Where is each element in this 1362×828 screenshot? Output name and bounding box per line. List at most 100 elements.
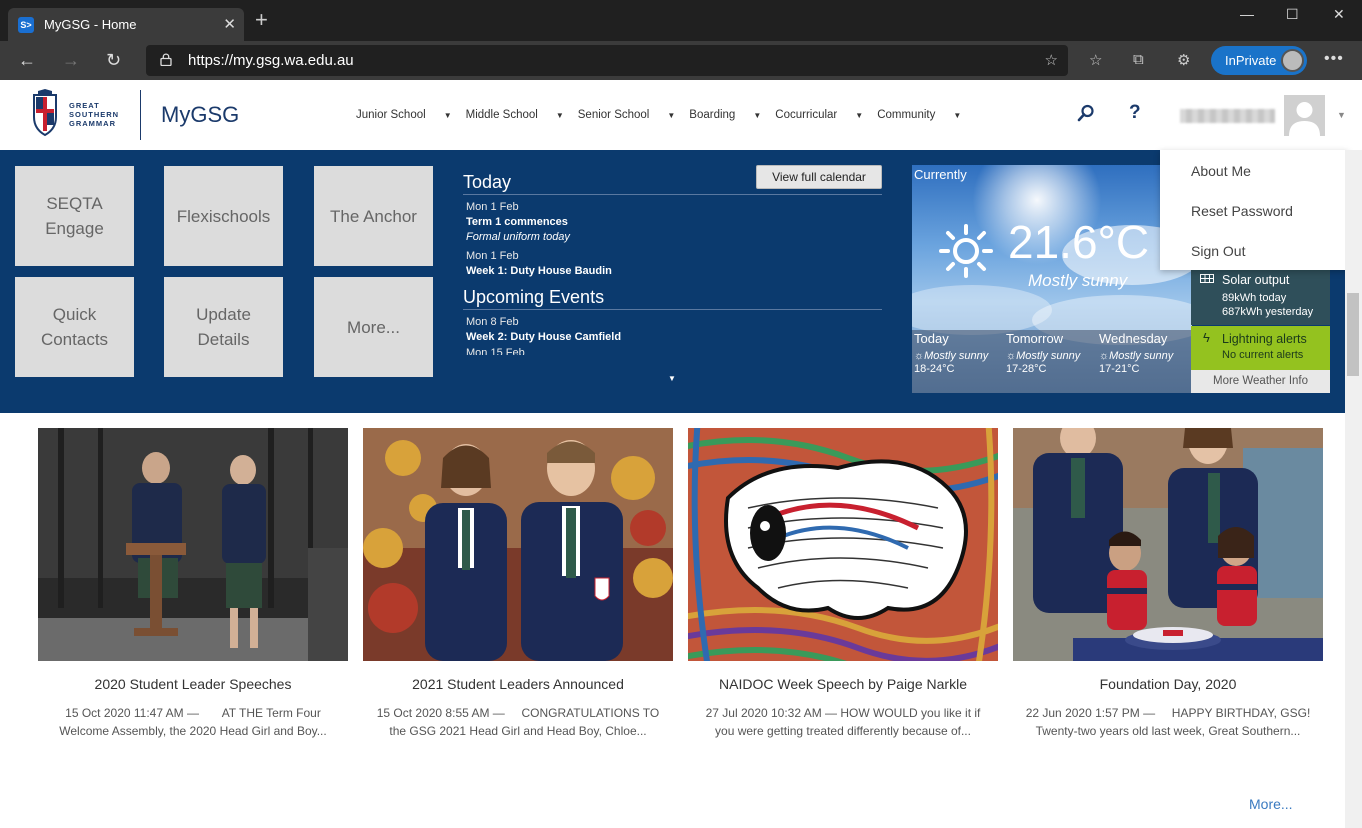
page-scrollbar-thumb[interactable] <box>1347 293 1359 376</box>
collections-icon[interactable]: ⧉ <box>1133 51 1144 68</box>
chevron-down-icon[interactable]: ▼ <box>444 111 452 120</box>
profile-avatar-icon <box>1281 49 1304 72</box>
url-text: https://my.gsg.wa.edu.au <box>188 52 354 69</box>
search-icon[interactable] <box>1077 104 1095 122</box>
nav-cocurricular[interactable]: Cocurricular ▼ <box>775 109 877 121</box>
tile-update-details[interactable]: Update Details <box>164 277 283 377</box>
event-date: Mon 8 Feb <box>466 316 519 328</box>
news-title[interactable]: 2021 Student Leaders Announced <box>363 676 673 692</box>
forecast-today: Today ☼Mostly sunny 18-24°C <box>914 331 989 375</box>
sun-icon <box>939 224 993 278</box>
tile-more[interactable]: More... <box>314 277 433 377</box>
tile-the-anchor[interactable]: The Anchor <box>314 166 433 266</box>
help-icon[interactable]: ? <box>1129 102 1141 124</box>
back-icon[interactable]: ← <box>18 50 36 70</box>
today-heading: Today <box>463 172 882 195</box>
chevron-down-icon[interactable]: ▼ <box>753 111 761 120</box>
news-title[interactable]: 2020 Student Leader Speeches <box>38 676 348 692</box>
artwork-placeholder <box>688 428 998 661</box>
favorites-icon[interactable]: ☆ <box>1089 51 1102 69</box>
refresh-icon[interactable]: ↻ <box>106 50 121 70</box>
school-logo-text: GREAT SOUTHERN GRAMMAR <box>69 101 120 128</box>
solar-output-panel[interactable]: Solar output 89kWh today 687kWh yesterda… <box>1191 268 1330 325</box>
news-title[interactable]: Foundation Day, 2020 <box>1013 676 1323 692</box>
small-sun-icon: ☼ <box>1099 350 1110 362</box>
new-tab-icon[interactable]: + <box>255 9 268 31</box>
school-crest-icon <box>33 89 57 137</box>
news-summary: 15 Oct 2020 8:55 AM — CONGRATULATIONS TO… <box>376 706 660 738</box>
weather-widget: Currently 21.6°C Mostly sunny Today ☼Mos… <box>912 165 1192 393</box>
menu-item-about-me[interactable]: About Me <box>1191 163 1251 179</box>
site-title[interactable]: MyGSG <box>161 102 239 128</box>
news-title[interactable]: NAIDOC Week Speech by Paige Narkle <box>688 676 998 692</box>
forward-icon[interactable]: → <box>62 50 80 70</box>
news-more-link[interactable]: More... <box>1249 796 1293 812</box>
inprivate-button[interactable]: InPrivate <box>1211 46 1307 75</box>
event-date: Mon 1 Feb <box>466 201 519 213</box>
chevron-down-icon[interactable]: ▼ <box>953 111 961 120</box>
forecast-wednesday: Wednesday ☼Mostly sunny 17-21°C <box>1099 331 1174 375</box>
extensions-icon[interactable]: ⚙ <box>1177 51 1190 69</box>
event-title[interactable]: Week 1: Duty House Baudin <box>466 265 612 277</box>
address-bar[interactable]: https://my.gsg.wa.edu.au ☆ <box>146 45 1068 76</box>
maximize-icon[interactable]: ☐ <box>1286 6 1299 23</box>
upcoming-events-heading: Upcoming Events <box>463 287 882 310</box>
small-sun-icon: ☼ <box>914 350 925 362</box>
chevron-down-icon[interactable]: ▼ <box>855 111 863 120</box>
current-conditions: Mostly sunny <box>1028 271 1128 290</box>
forecast-strip: Today ☼Mostly sunny 18-24°C Tomorrow ☼Mo… <box>912 330 1192 393</box>
user-name-blurred[interactable] <box>1180 109 1275 123</box>
nav-junior-school[interactable]: Junior School ▼ <box>356 109 466 121</box>
lightning-alerts-panel[interactable]: ϟ Lightning alerts No current alerts <box>1191 326 1330 370</box>
browser-tab[interactable]: S> MyGSG - Home ✕ <box>8 8 244 41</box>
menu-item-reset-password[interactable]: Reset Password <box>1191 203 1293 219</box>
news-summary: 27 Jul 2020 10:32 AM — HOW WOULD you lik… <box>705 706 981 738</box>
current-temperature: 21.6°C <box>1008 216 1150 268</box>
news-image-naidoc-art[interactable] <box>688 428 998 661</box>
minimize-icon[interactable]: — <box>1240 6 1254 22</box>
tab-close-icon[interactable]: ✕ <box>223 15 236 33</box>
solar-yesterday: 687kWh yesterday <box>1222 306 1314 318</box>
chevron-down-icon[interactable]: ▼ <box>667 111 675 120</box>
lightning-status: No current alerts <box>1222 349 1304 361</box>
site-header: GREAT SOUTHERN GRAMMAR MyGSG Junior Scho… <box>0 80 1362 150</box>
event-date-clipped: Mon 15 Feb <box>466 347 525 355</box>
forecast-tomorrow: Tomorrow ☼Mostly sunny 17-28°C <box>1006 331 1081 375</box>
menu-item-sign-out[interactable]: Sign Out <box>1191 243 1245 259</box>
add-favorite-icon[interactable]: ☆ <box>1045 51 1058 69</box>
tile-flexischools[interactable]: Flexischools <box>164 166 283 266</box>
news-summary: 15 Oct 2020 11:47 AM — AT THE Term Four W… <box>59 706 327 738</box>
chevron-down-icon[interactable]: ▼ <box>556 111 564 120</box>
tile-seqta-engage[interactable]: SEQTA Engage <box>15 166 134 266</box>
event-date: Mon 1 Feb <box>466 250 519 262</box>
lightning-title: Lightning alerts <box>1222 332 1307 346</box>
more-menu-icon[interactable]: ••• <box>1324 50 1344 68</box>
news-image-foundation-day[interactable] <box>1013 428 1323 661</box>
logo-divider <box>140 90 141 140</box>
news-image-student-speeches[interactable] <box>38 428 348 661</box>
weather-currently-label: Currently <box>914 167 967 182</box>
nav-boarding[interactable]: Boarding ▼ <box>689 109 775 121</box>
user-menu-caret-icon[interactable]: ▼ <box>1337 110 1346 120</box>
close-window-icon[interactable]: ✕ <box>1333 6 1345 23</box>
tab-title: MyGSG - Home <box>44 17 137 32</box>
site-favicon-icon: S> <box>18 17 34 33</box>
nav-senior-school[interactable]: Senior School ▼ <box>578 109 690 121</box>
user-avatar[interactable] <box>1284 95 1325 136</box>
nav-community[interactable]: Community ▼ <box>877 109 975 121</box>
user-dropdown-menu: About Me Reset Password Sign Out <box>1160 150 1348 270</box>
news-image-student-leaders[interactable] <box>363 428 673 661</box>
calendar-scroll-down-icon[interactable]: ▼ <box>668 374 676 383</box>
lightning-bolt-icon: ϟ <box>1203 330 1210 345</box>
more-weather-info-link[interactable]: More Weather Info <box>1191 370 1330 393</box>
photo-placeholder <box>1013 428 1323 661</box>
page-scrollbar-track[interactable] <box>1345 150 1362 828</box>
browser-titlebar: S> MyGSG - Home ✕ + — ☐ ✕ <box>0 0 1362 41</box>
event-title[interactable]: Week 2: Duty House Camfield <box>466 331 621 343</box>
event-title[interactable]: Term 1 commences <box>466 216 568 228</box>
solar-today: 89kWh today <box>1222 292 1287 304</box>
photo-placeholder <box>38 428 348 661</box>
small-sun-icon: ☼ <box>1006 350 1017 362</box>
tile-quick-contacts[interactable]: Quick Contacts <box>15 277 134 377</box>
nav-middle-school[interactable]: Middle School ▼ <box>466 109 578 121</box>
